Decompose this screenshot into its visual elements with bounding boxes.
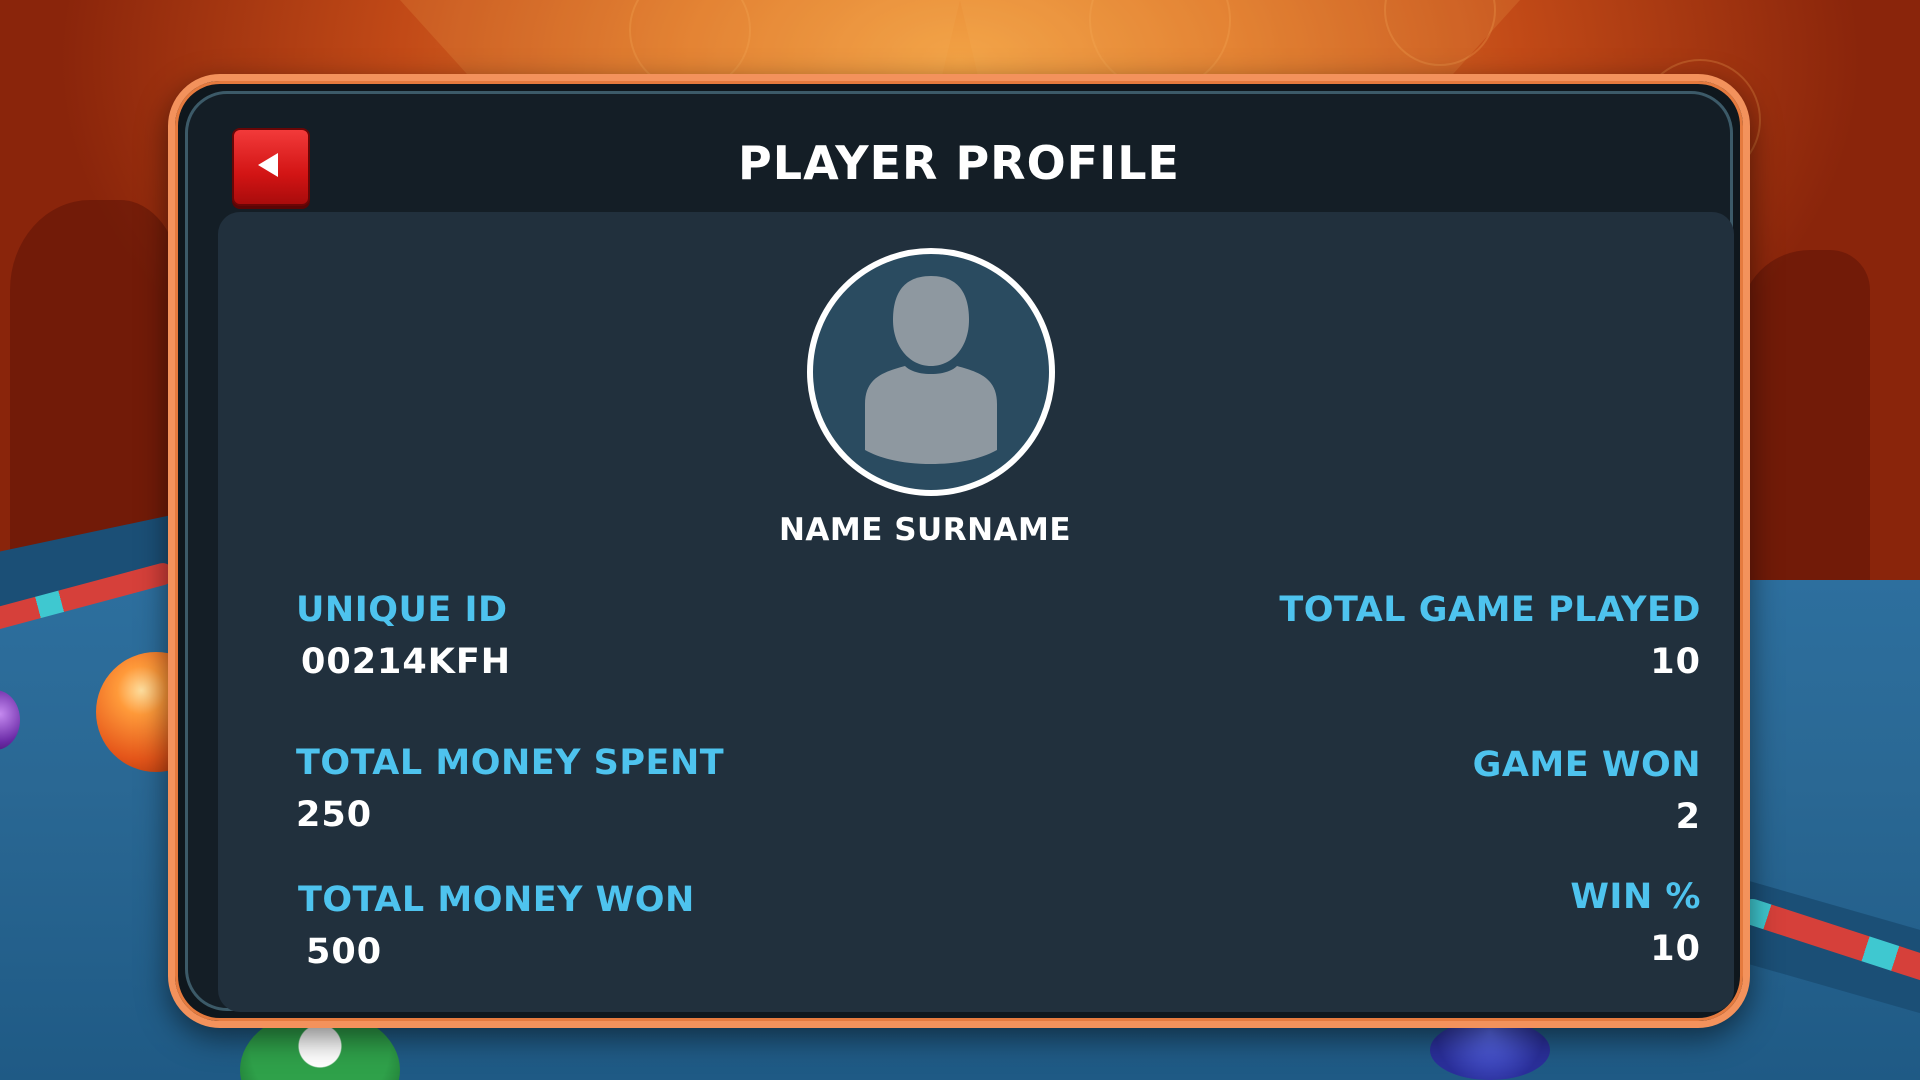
win-percent-value: 10 [1650, 929, 1701, 969]
total-money-won-value: 500 [306, 932, 383, 972]
game-won-label: GAME WON [1472, 745, 1701, 785]
dialog-frame: PLAYER PROFILE NAME SURNAME UNIQUE ID 00… [185, 91, 1734, 1012]
blue-pool-ball [1430, 1020, 1550, 1080]
player-name: NAME SURNAME [778, 512, 1072, 548]
game-won-value: 2 [1675, 797, 1701, 837]
total-game-played-value: 10 [1650, 642, 1701, 682]
total-game-played-label: TOTAL GAME PLAYED [1279, 590, 1701, 630]
page-title: PLAYER PROFILE [738, 136, 1180, 190]
unique-id-label: UNIQUE ID [296, 590, 508, 630]
avatar[interactable] [807, 248, 1055, 496]
total-money-spent-value: 250 [296, 795, 373, 835]
player-profile-dialog: PLAYER PROFILE NAME SURNAME UNIQUE ID 00… [168, 74, 1750, 1028]
unique-id-value: 00214KFH [301, 642, 512, 682]
profile-content-panel: NAME SURNAME UNIQUE ID 00214KFH TOTAL MO… [218, 212, 1734, 1012]
total-money-spent-label: TOTAL MONEY SPENT [296, 743, 725, 783]
total-money-won-label: TOTAL MONEY WON [298, 880, 695, 920]
win-percent-label: WIN % [1570, 877, 1701, 917]
user-silhouette-icon [865, 276, 997, 464]
